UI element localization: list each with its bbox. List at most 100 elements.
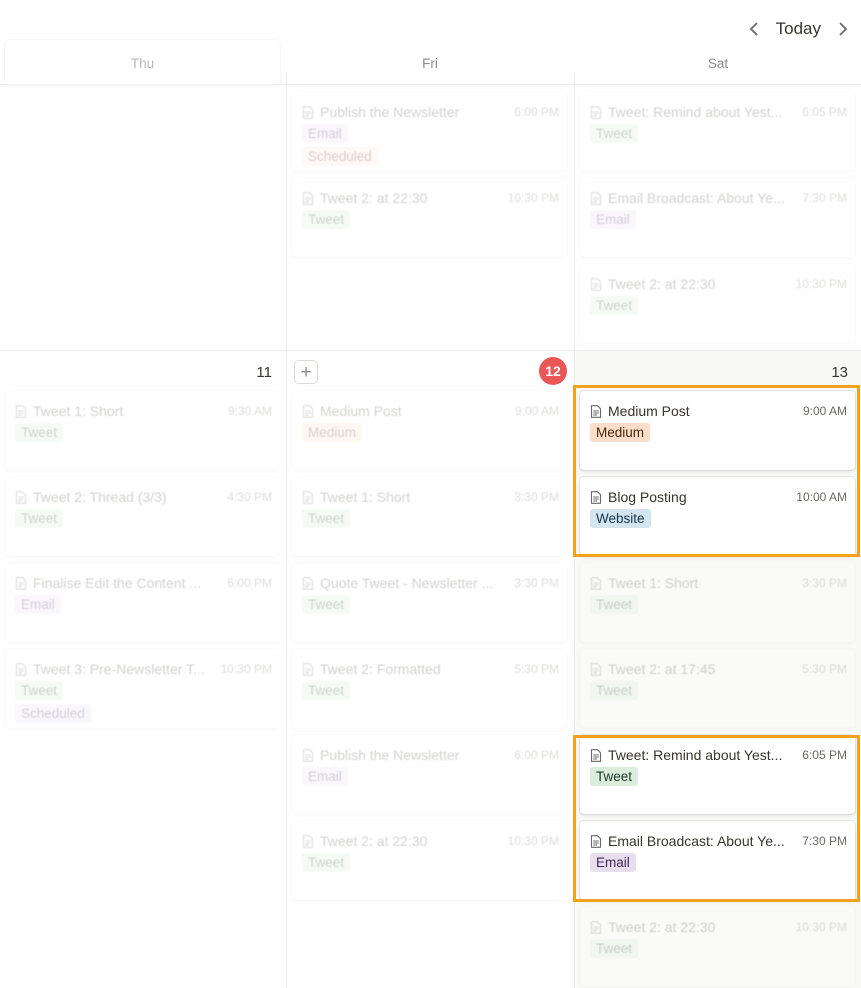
- event-card[interactable]: Tweet 2: at 22:30 10:30 PM Tweet: [580, 907, 855, 986]
- chevron-left-icon: [749, 22, 758, 36]
- page-icon: [302, 490, 314, 504]
- event-card[interactable]: Tweet 1: Short 3:30 PM Tweet: [292, 477, 567, 556]
- tag-email: Email: [302, 767, 348, 786]
- event-time: 5:30 PM: [514, 662, 559, 676]
- page-icon: [302, 191, 314, 205]
- event-card[interactable]: Medium Post 9:00 AM Medium: [292, 391, 567, 470]
- page-icon: [590, 834, 602, 848]
- event-title: Quote Tweet - Newsletter ...: [320, 575, 494, 591]
- event-time: 6:05 PM: [802, 105, 847, 119]
- tag-scheduled: Scheduled: [302, 147, 378, 166]
- tag-tweet: Tweet: [302, 210, 351, 229]
- event-title-row: Tweet 1: Short 9:30 AM: [15, 403, 272, 419]
- page-icon: [590, 490, 602, 504]
- event-card[interactable]: Tweet 2: Formatted 5:30 PM Tweet: [292, 649, 567, 728]
- event-title: Tweet: Remind about Yest...: [608, 104, 783, 120]
- event-title-row: Tweet 2: at 17:45 5:30 PM: [590, 661, 847, 677]
- event-card[interactable]: Quote Tweet - Newsletter ... 3:30 PM Tweet: [292, 563, 567, 642]
- page-icon: [15, 490, 27, 504]
- event-card[interactable]: Tweet: Remind about Yest... 6:05 PM Tweet: [580, 92, 855, 171]
- tag-email: Email: [590, 210, 636, 229]
- event-title-row: Email Broadcast: About Ye... 7:30 PM: [590, 833, 847, 849]
- event-title-row: Tweet 2: at 22:30 10:30 PM: [590, 919, 847, 935]
- event-time: 9:00 AM: [514, 404, 559, 418]
- page-icon: [15, 576, 27, 590]
- event-card[interactable]: [5, 40, 280, 85]
- event-title-row: Medium Post 9:00 AM: [590, 403, 847, 419]
- event-title: Finalise Edit the Content ...: [33, 575, 202, 591]
- event-card[interactable]: Email Broadcast: About Ye... 7:30 PM Email: [580, 178, 855, 257]
- event-title-row: Tweet 2: at 22:30 10:30 PM: [302, 190, 559, 206]
- event-title-row: Tweet: Remind about Yest... 6:05 PM: [590, 104, 847, 120]
- event-time: 3:30 PM: [514, 490, 559, 504]
- event-tags: Tweet: [15, 509, 64, 528]
- event-card[interactable]: Tweet 3: Pre-Newsletter T... 10:30 PM Twee…: [5, 649, 280, 728]
- event-card[interactable]: Publish the Newsletter 6:00 PM Email Schedu…: [292, 92, 567, 171]
- event-tags: Tweet: [590, 681, 639, 700]
- event-title: Blog Posting: [608, 489, 687, 505]
- prev-week-button[interactable]: [744, 17, 764, 41]
- event-title-row: Publish the Newsletter 6:00 PM: [302, 747, 559, 763]
- event-card[interactable]: Tweet 2: at 22:30 10:30 PM Tweet: [580, 264, 855, 343]
- event-card[interactable]: Tweet 1: Short 3:30 PM Tweet: [580, 563, 855, 642]
- event-tags: Tweet: [590, 296, 639, 315]
- page-icon: [302, 748, 314, 762]
- event-title: Publish the Newsletter: [320, 747, 460, 763]
- event-card[interactable]: Blog Posting 10:00 AM Website: [580, 477, 855, 556]
- event-title: Medium Post: [320, 403, 402, 419]
- next-week-button[interactable]: [833, 17, 853, 41]
- tag-tweet: Tweet: [15, 509, 64, 528]
- tag-medium: Medium: [590, 423, 651, 442]
- event-title-row: Tweet 3: Pre-Newsletter T... 10:30 PM: [15, 661, 272, 677]
- calendar-nav: Today: [744, 16, 853, 42]
- event-card[interactable]: Tweet 2: at 22:30 10:30 PM Tweet: [292, 178, 567, 257]
- event-title-row: Tweet 2: at 22:30 10:30 PM: [590, 276, 847, 292]
- event-card[interactable]: Medium Post 9:00 AM Medium: [580, 391, 855, 470]
- add-event-button[interactable]: +: [294, 360, 318, 384]
- event-time: 9:30 AM: [227, 404, 272, 418]
- page-icon: [302, 576, 314, 590]
- tag-tweet: Tweet: [302, 509, 351, 528]
- event-tags: Tweet: [590, 124, 639, 143]
- event-tags: Tweet: [302, 595, 351, 614]
- event-tags: Medium: [590, 423, 651, 442]
- event-title: Tweet 2: at 17:45: [608, 661, 716, 677]
- event-title-row: Publish the Newsletter 6:00 PM: [302, 104, 559, 120]
- today-badge[interactable]: 12: [539, 357, 567, 385]
- day-number-13: 13: [831, 364, 848, 381]
- event-title: Email Broadcast: About Ye...: [608, 190, 785, 206]
- event-title-row: Medium Post 9:00 AM: [302, 403, 559, 419]
- event-card[interactable]: Tweet 2: at 22:30 10:30 PM Tweet: [292, 821, 567, 900]
- event-tags: Tweet Scheduled: [15, 681, 91, 723]
- event-card[interactable]: Tweet 2: Thread (3/3) 4:30 PM Tweet: [5, 477, 280, 556]
- event-card[interactable]: Tweet 1: Short 9:30 AM Tweet: [5, 391, 280, 470]
- event-card[interactable]: Tweet 2: at 17:45 5:30 PM Tweet: [580, 649, 855, 728]
- event-title-row: Tweet: Remind about Yest... 6:05 PM: [590, 747, 847, 763]
- tag-tweet: Tweet: [590, 939, 639, 958]
- day-number-11: 11: [256, 364, 272, 381]
- tag-email: Email: [302, 124, 348, 143]
- event-card[interactable]: Tweet: Remind about Yest... 6:05 PM Tweet: [580, 735, 855, 814]
- event-card[interactable]: Email Broadcast: About Ye... 7:30 PM Email: [580, 821, 855, 900]
- page-icon: [302, 834, 314, 848]
- event-title: Medium Post: [608, 403, 690, 419]
- tag-website: Website: [590, 509, 651, 528]
- tag-tweet: Tweet: [15, 423, 64, 442]
- tag-email: Email: [590, 853, 636, 872]
- event-tags: Tweet: [590, 767, 639, 786]
- event-title: Tweet 2: at 22:30: [320, 833, 428, 849]
- day-header-fri: Fri: [422, 56, 438, 71]
- tag-medium: Medium: [302, 423, 363, 442]
- event-time: 10:30 PM: [795, 920, 847, 934]
- event-time: 4:30 PM: [227, 490, 272, 504]
- event-title: Tweet 2: at 22:30: [608, 276, 716, 292]
- page-icon: [590, 662, 602, 676]
- page-icon: [590, 105, 602, 119]
- event-card[interactable]: Finalise Edit the Content ... 6:00 PM Emai…: [5, 563, 280, 642]
- event-title-row: Finalise Edit the Content ... 6:00 PM: [15, 575, 272, 591]
- page-icon: [590, 748, 602, 762]
- page-icon: [590, 191, 602, 205]
- today-button[interactable]: Today: [774, 19, 823, 39]
- event-card[interactable]: Publish the Newsletter 6:00 PM Email: [292, 735, 567, 814]
- page-icon: [15, 662, 27, 676]
